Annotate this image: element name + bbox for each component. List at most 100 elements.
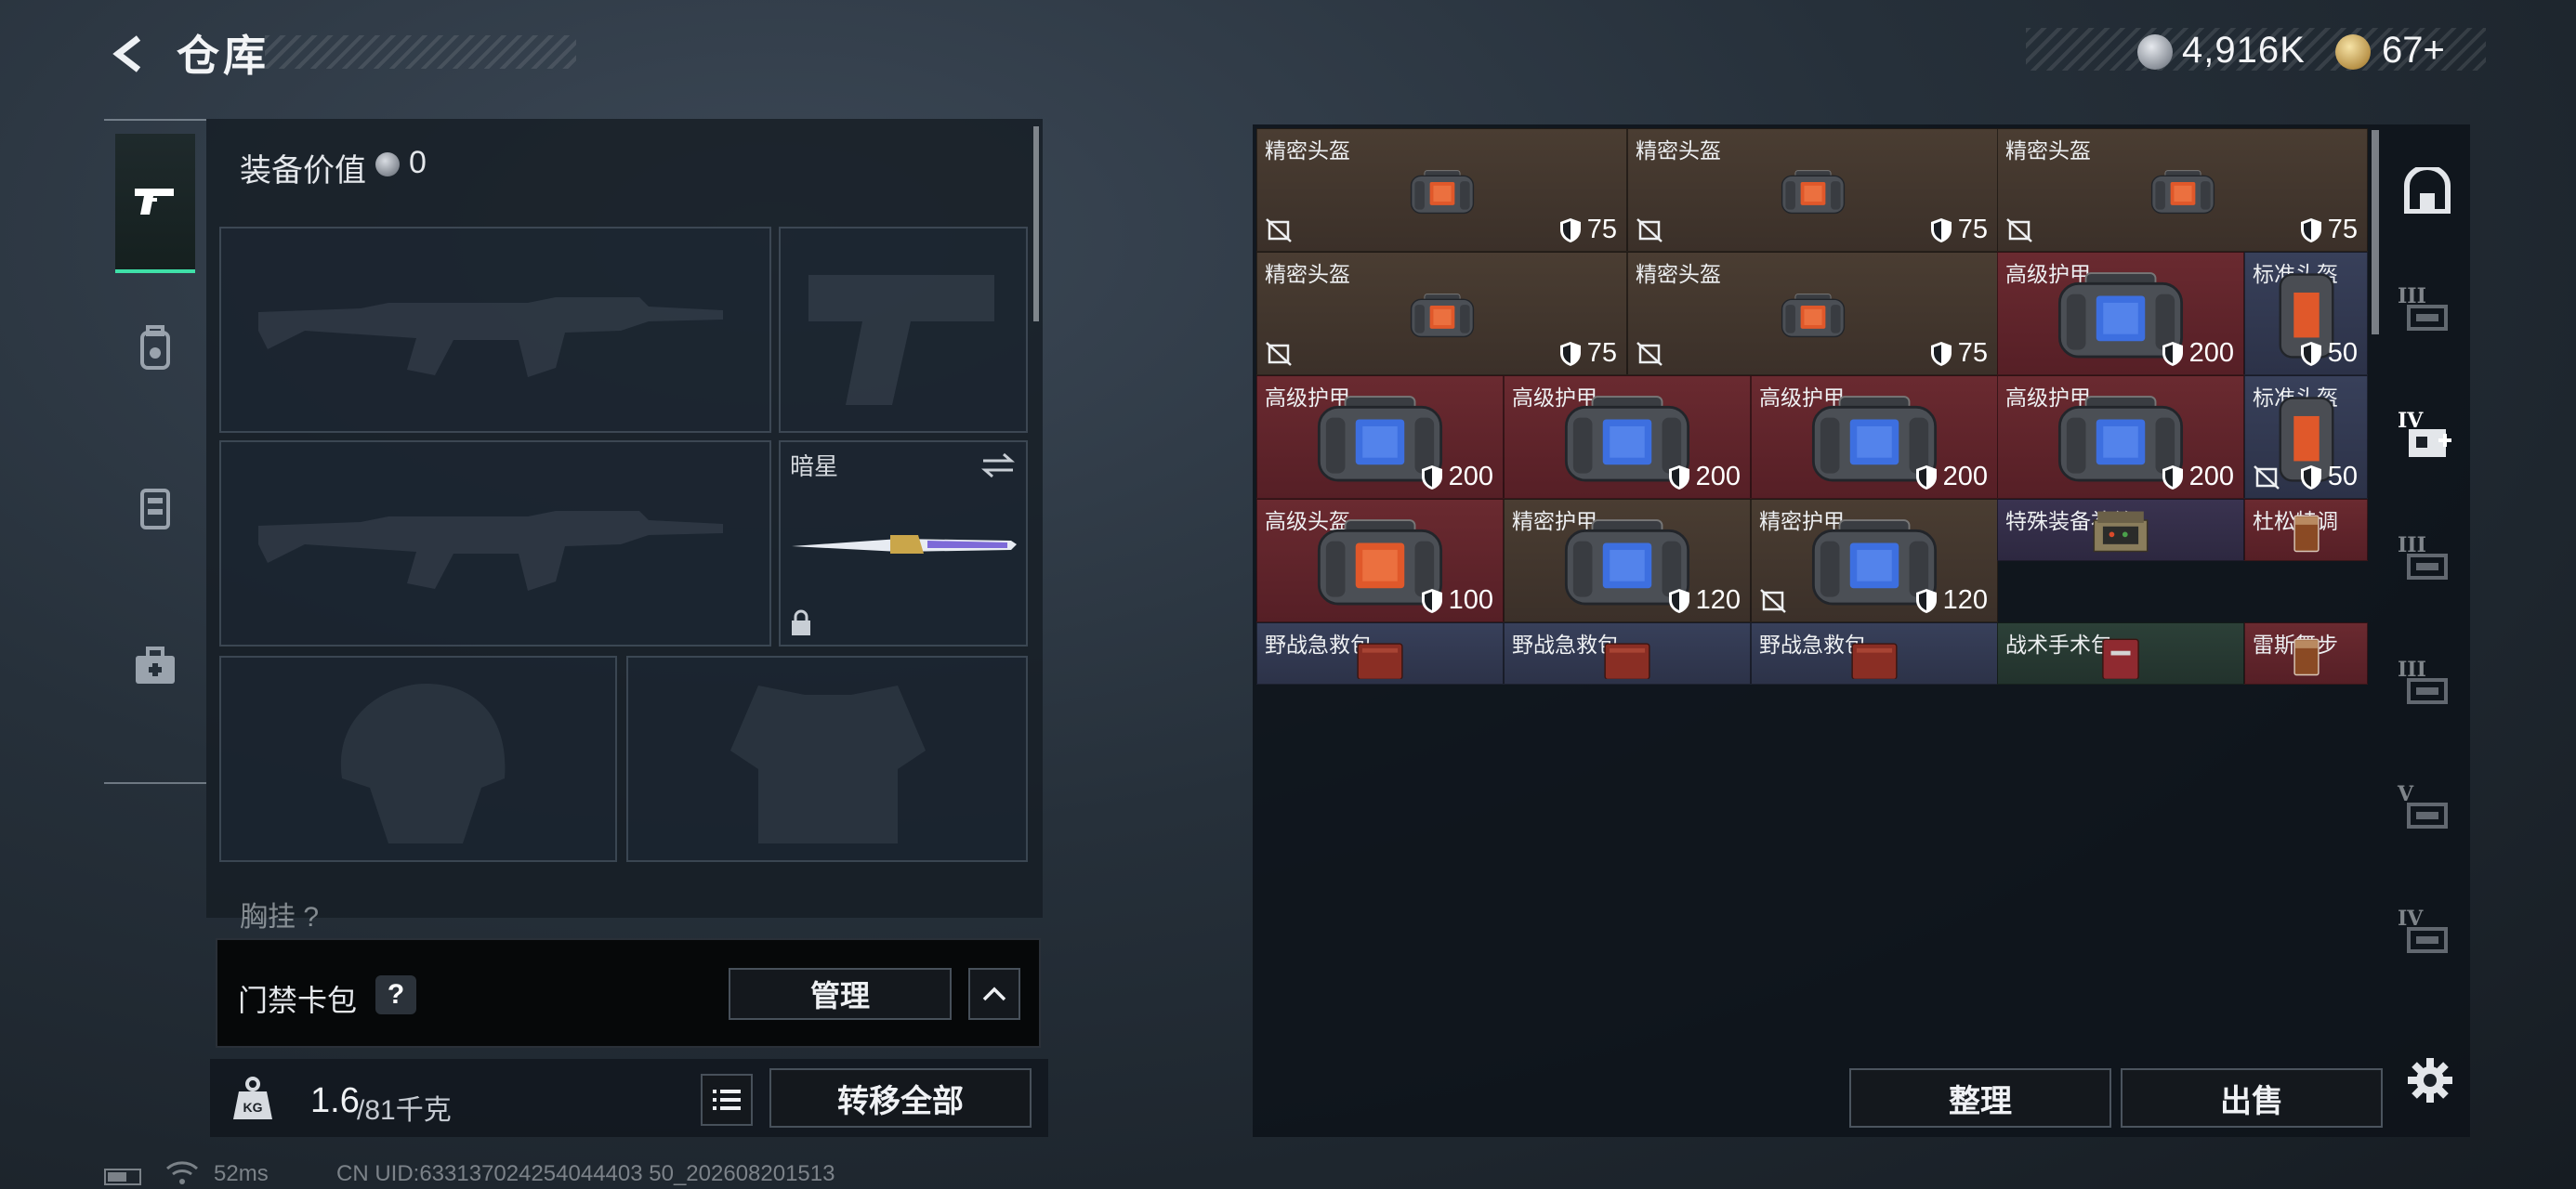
- durability-value: 75: [1957, 338, 1988, 368]
- stash-item[interactable]: 精密头盔 75: [1256, 252, 1627, 375]
- weight-max: /81千克: [357, 1095, 452, 1126]
- stash-item-durability: 75: [1930, 215, 1988, 245]
- battery-icon: [104, 1169, 141, 1185]
- help-icon[interactable]: ?: [375, 975, 416, 1014]
- equip-value-label: 装备价值: [240, 153, 366, 189]
- stash-item[interactable]: 高级护甲 200: [1504, 375, 1751, 499]
- right-rail-rifle-tab[interactable]: III: [2385, 264, 2470, 366]
- stash-item-durability: 50: [2300, 462, 2358, 492]
- right-rail-container-tab[interactable]: V: [2385, 762, 2470, 864]
- shield-icon: [1559, 217, 1581, 242]
- vest-icon: [140, 489, 170, 529]
- tab-level-label: III: [2398, 658, 2426, 682]
- loadout-scrollbar[interactable]: [1033, 126, 1039, 321]
- durability-value: 75: [1586, 338, 1617, 368]
- knife-icon: [792, 535, 1017, 554]
- stash-item-durability: 200: [1915, 462, 1988, 492]
- rail-item-medical[interactable]: [115, 596, 195, 736]
- durability-value: 120: [1942, 585, 1988, 615]
- ticket-value[interactable]: 67+: [2382, 30, 2445, 72]
- help-icon[interactable]: ?: [303, 902, 319, 933]
- stash-item[interactable]: 战术手术包: [1997, 622, 2244, 685]
- durability-value: 75: [1957, 215, 1988, 244]
- stash-item-durability: 75: [2300, 215, 2358, 245]
- stash-item[interactable]: 精密头盔 75: [1256, 128, 1627, 252]
- stash-item-name: 精密头盔: [1636, 138, 1721, 163]
- shield-icon: [1915, 588, 1937, 613]
- durability-value: 200: [1942, 462, 1988, 491]
- rail-item-backpack[interactable]: [115, 279, 195, 418]
- no-drop-icon: [1636, 218, 1663, 242]
- helmet-silhouette-icon: [340, 684, 506, 843]
- helmet-icon: [1781, 170, 1845, 215]
- stash-item[interactable]: 高级头盔 100: [1256, 499, 1504, 622]
- stash-item[interactable]: 精密护甲 120: [1504, 499, 1751, 622]
- back-button[interactable]: [102, 26, 158, 82]
- settings-button[interactable]: [2398, 1048, 2463, 1113]
- collapse-button[interactable]: [968, 968, 1020, 1020]
- rail-item-rig[interactable]: [115, 438, 195, 578]
- sell-button[interactable]: 出售: [2121, 1068, 2383, 1128]
- stash-item[interactable]: 野战急救包: [1256, 622, 1504, 685]
- durability-value: 200: [1695, 462, 1741, 491]
- right-rail-backpack-tab[interactable]: [2385, 139, 2470, 242]
- stash-item[interactable]: 高级护甲 200: [1256, 375, 1504, 499]
- title-decoration: [265, 35, 576, 69]
- stash-item[interactable]: 野战急救包: [1751, 622, 1998, 685]
- stash-item[interactable]: 标准头盔 50: [2244, 252, 2368, 375]
- right-rail-ammo-tab[interactable]: III: [2385, 513, 2470, 615]
- pistol-slot[interactable]: [779, 227, 1028, 433]
- shield-icon: [2300, 217, 2321, 242]
- durability-value: 75: [1586, 215, 1617, 244]
- right-rail-keys-tab[interactable]: III: [2385, 637, 2470, 739]
- manage-button[interactable]: 管理: [729, 968, 952, 1020]
- stash-item[interactable]: 精密头盔 75: [1627, 128, 1998, 252]
- stash-item-durability: 50: [2300, 338, 2358, 369]
- stash-item-durability: 100: [1421, 585, 1493, 616]
- stash-item[interactable]: 精密头盔 75: [1627, 252, 1998, 375]
- transfer-all-button[interactable]: 转移全部: [769, 1068, 1032, 1128]
- stash-item[interactable]: 雷斯舞步: [2244, 622, 2368, 685]
- stash-item-name: 精密头盔: [1636, 262, 1721, 286]
- body-armor-slot[interactable]: [626, 656, 1028, 862]
- shield-icon: [1421, 588, 1442, 613]
- stash-item-name: 精密头盔: [1265, 262, 1350, 286]
- stash-item[interactable]: 特殊装备补给: [1997, 499, 2244, 561]
- ping-text: 52ms: [214, 1161, 269, 1186]
- stash-item[interactable]: 杜松特调: [2244, 499, 2368, 561]
- stash-item[interactable]: 野战急救包: [1504, 622, 1751, 685]
- helmet-slot[interactable]: [219, 656, 617, 862]
- rail-item-weapons[interactable]: [115, 134, 195, 273]
- chevron-up-icon: [982, 986, 1006, 1001]
- silver-coin-icon: [2137, 34, 2173, 70]
- pistol-icon: [135, 189, 174, 215]
- helmet-icon: [1781, 294, 1845, 338]
- wifi-icon: [166, 1161, 198, 1184]
- shield-icon: [1668, 588, 1689, 613]
- stash-item[interactable]: 高级护甲 200: [1997, 252, 2244, 375]
- medkit-icon: [1604, 643, 1650, 680]
- sort-button[interactable]: 整理: [1849, 1068, 2111, 1128]
- chest-rig-label: 胸挂 ?: [240, 902, 320, 933]
- stash-item-durability: 200: [2162, 338, 2234, 369]
- helmet-icon: [1410, 294, 1474, 338]
- stash-item-name: 精密头盔: [1265, 138, 1350, 163]
- pistol-silhouette-icon: [808, 275, 994, 405]
- gold-ticket-icon: [2335, 34, 2371, 70]
- durability-value: 200: [2188, 338, 2234, 368]
- list-view-button[interactable]: [701, 1074, 753, 1126]
- stash-item[interactable]: 高级护甲 200: [1997, 375, 2244, 499]
- stash-item[interactable]: 精密护甲 120: [1751, 499, 1998, 622]
- stash-item-durability: 120: [1668, 585, 1741, 616]
- stash-item[interactable]: 高级护甲 200: [1751, 375, 1998, 499]
- stash-scrollbar[interactable]: [2372, 130, 2379, 334]
- right-rail-case-tab[interactable]: IV: [2385, 886, 2470, 988]
- melee-slot[interactable]: 暗星: [779, 440, 1028, 647]
- secondary-weapon-slot[interactable]: [219, 440, 771, 647]
- stash-item[interactable]: 精密头盔 75: [1997, 128, 2368, 252]
- primary-weapon-slot[interactable]: [219, 227, 771, 433]
- right-rail-medical-tab[interactable]: IV: [2385, 388, 2470, 490]
- silver-coin-icon: [375, 152, 400, 176]
- stash-item[interactable]: 标准头盔 50: [2244, 375, 2368, 499]
- swap-icon[interactable]: [979, 451, 1017, 479]
